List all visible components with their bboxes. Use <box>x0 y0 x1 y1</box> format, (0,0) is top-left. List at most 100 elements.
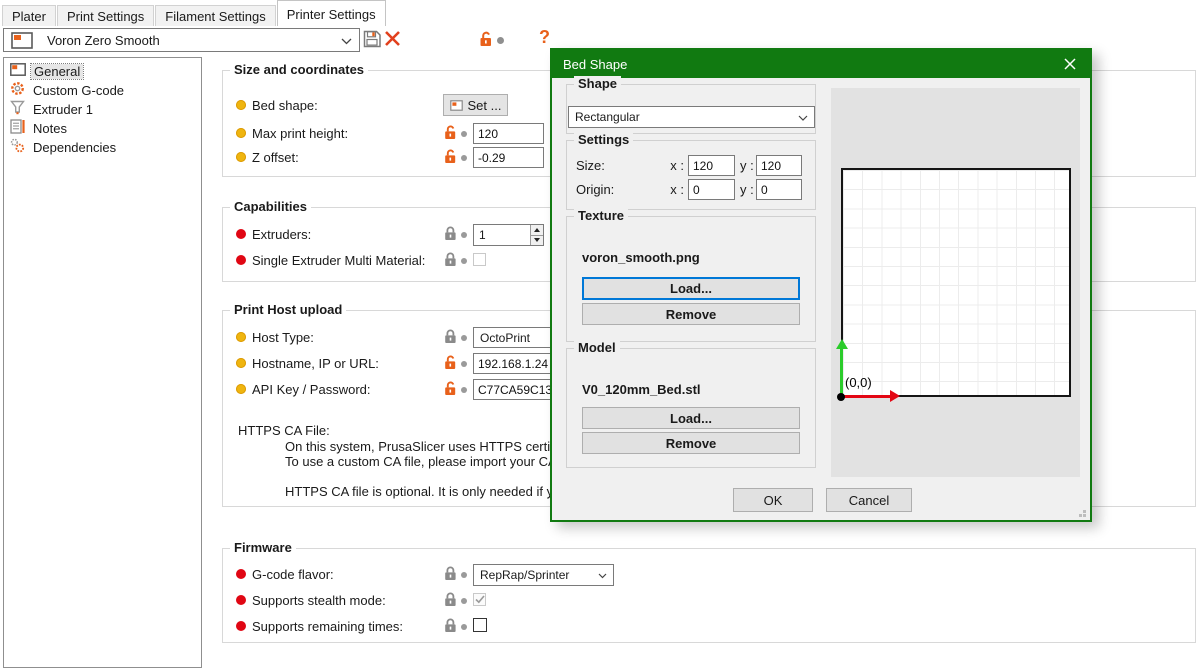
ok-button[interactable]: OK <box>733 488 813 512</box>
dependencies-icon <box>10 138 25 156</box>
resize-grip[interactable] <box>1076 507 1086 517</box>
group-title: Size and coordinates <box>230 62 368 77</box>
max-print-height-input[interactable] <box>473 123 544 144</box>
revert-dot-icon[interactable] <box>461 624 467 630</box>
origin-x-label: x : <box>656 182 684 197</box>
unlock-icon[interactable] <box>444 355 458 373</box>
x-axis-arrow <box>842 395 890 398</box>
chevron-down-icon <box>798 110 808 124</box>
sidebar-item-notes[interactable]: Notes <box>10 119 70 137</box>
sidebar-item-label: Dependencies <box>30 140 119 155</box>
save-preset-icon[interactable] <box>363 30 381 51</box>
semm-checkbox[interactable] <box>473 253 486 266</box>
shape-value: Rectangular <box>575 110 640 124</box>
group-title: Settings <box>574 132 633 147</box>
host-type-label: Host Type: <box>252 330 314 345</box>
printer-preset-combobox[interactable]: Voron Zero Smooth <box>3 28 360 52</box>
revert-dot-icon[interactable] <box>461 335 467 341</box>
gear-icon <box>10 81 25 99</box>
unlock-icon[interactable] <box>479 31 494 50</box>
remaining-times-row: Supports remaining times: <box>230 616 540 636</box>
group-title: Capabilities <box>230 199 311 214</box>
main-tab-bar: Plater Print Settings Filament Settings … <box>2 0 387 26</box>
bed-shape-set-button[interactable]: Set ... <box>443 94 508 116</box>
button-label: Load... <box>670 411 712 426</box>
expert-mode-bullet-icon <box>236 595 246 605</box>
origin-y-label: y : <box>740 182 754 197</box>
lock-icon[interactable] <box>444 592 457 610</box>
tab-printer-settings[interactable]: Printer Settings <box>277 0 386 26</box>
bed-shape-label: Bed shape: <box>252 98 318 113</box>
y-axis-arrowhead-icon <box>836 339 848 349</box>
size-x-input[interactable] <box>688 155 735 176</box>
y-axis-arrow <box>840 348 843 395</box>
spin-down-icon[interactable] <box>531 236 543 246</box>
lock-icon[interactable] <box>444 226 457 244</box>
tab-print-settings[interactable]: Print Settings <box>57 5 154 26</box>
extruders-spinner[interactable]: 1 <box>473 224 544 246</box>
z-offset-label: Z offset: <box>252 150 299 165</box>
revert-dot-icon[interactable] <box>461 572 467 578</box>
host-type-value: OctoPrint <box>480 331 530 345</box>
unlock-icon[interactable] <box>444 125 458 143</box>
revert-dot-icon[interactable] <box>461 361 467 367</box>
stealth-mode-row: Supports stealth mode: <box>230 590 540 610</box>
origin-label: Origin: <box>576 182 614 197</box>
spin-up-icon[interactable] <box>531 225 543 236</box>
shape-select[interactable]: Rectangular <box>568 106 815 128</box>
hostname-label: Hostname, IP or URL: <box>252 356 379 371</box>
lock-icon[interactable] <box>444 618 457 636</box>
revert-dot-icon[interactable] <box>461 598 467 604</box>
lock-icon[interactable] <box>444 566 457 584</box>
revert-dot-icon[interactable] <box>461 387 467 393</box>
gcode-flavor-select[interactable]: RepRap/Sprinter <box>473 564 614 586</box>
lock-icon[interactable] <box>444 252 457 270</box>
texture-remove-button[interactable]: Remove <box>582 303 800 325</box>
group-title: Texture <box>574 208 628 223</box>
model-load-button[interactable]: Load... <box>582 407 800 429</box>
close-icon[interactable] <box>1050 50 1090 78</box>
dialog-title: Bed Shape <box>563 57 627 72</box>
texture-load-button[interactable]: Load... <box>582 277 800 300</box>
expert-mode-bullet-icon <box>236 569 246 579</box>
sidebar-item-extruder-1[interactable]: Extruder 1 <box>10 100 96 118</box>
model-remove-button[interactable]: Remove <box>582 432 800 454</box>
revert-dot-icon[interactable] <box>461 258 467 264</box>
expert-mode-bullet-icon <box>236 621 246 631</box>
lock-icon[interactable] <box>444 329 457 347</box>
size-y-label: y : <box>740 158 754 173</box>
revert-dot-icon[interactable] <box>461 131 467 137</box>
origin-x-input[interactable] <box>688 179 735 200</box>
tab-filament-settings[interactable]: Filament Settings <box>155 5 275 26</box>
revert-dot-icon[interactable] <box>461 232 467 238</box>
revert-dot-icon[interactable] <box>461 155 467 161</box>
dialog-titlebar[interactable]: Bed Shape <box>552 50 1090 78</box>
sidebar-item-general[interactable]: General <box>10 62 83 80</box>
help-icon[interactable]: ? <box>539 27 550 48</box>
remaining-times-label: Supports remaining times: <box>252 619 403 634</box>
simple-mode-bullet-icon <box>236 100 246 110</box>
set-button-label: Set ... <box>468 98 502 113</box>
simple-mode-bullet-icon <box>236 332 246 342</box>
size-label: Size: <box>576 158 605 173</box>
delete-preset-icon[interactable] <box>384 30 401 50</box>
size-y-input[interactable] <box>756 155 802 176</box>
z-offset-input[interactable] <box>473 147 544 168</box>
size-x-label: x : <box>656 158 684 173</box>
https-ca-title: HTTPS CA File: <box>238 423 330 438</box>
sidebar-item-custom-gcode[interactable]: Custom G-code <box>10 81 127 99</box>
texture-filename: voron_smooth.png <box>582 250 700 265</box>
sidebar-item-dependencies[interactable]: Dependencies <box>10 138 119 156</box>
remaining-times-checkbox[interactable] <box>473 618 487 632</box>
printer-preset-name: Voron Zero Smooth <box>47 33 160 48</box>
tab-plater[interactable]: Plater <box>2 5 56 26</box>
preset-compare-dot-icon[interactable] <box>497 37 504 44</box>
origin-y-input[interactable] <box>756 179 802 200</box>
expert-mode-bullet-icon <box>236 229 246 239</box>
model-filename: V0_120mm_Bed.stl <box>582 382 701 397</box>
unlock-icon[interactable] <box>444 381 458 399</box>
stealth-mode-checkbox[interactable] <box>473 593 486 606</box>
check-icon <box>475 595 485 604</box>
cancel-button[interactable]: Cancel <box>826 488 912 512</box>
unlock-icon[interactable] <box>444 149 458 167</box>
